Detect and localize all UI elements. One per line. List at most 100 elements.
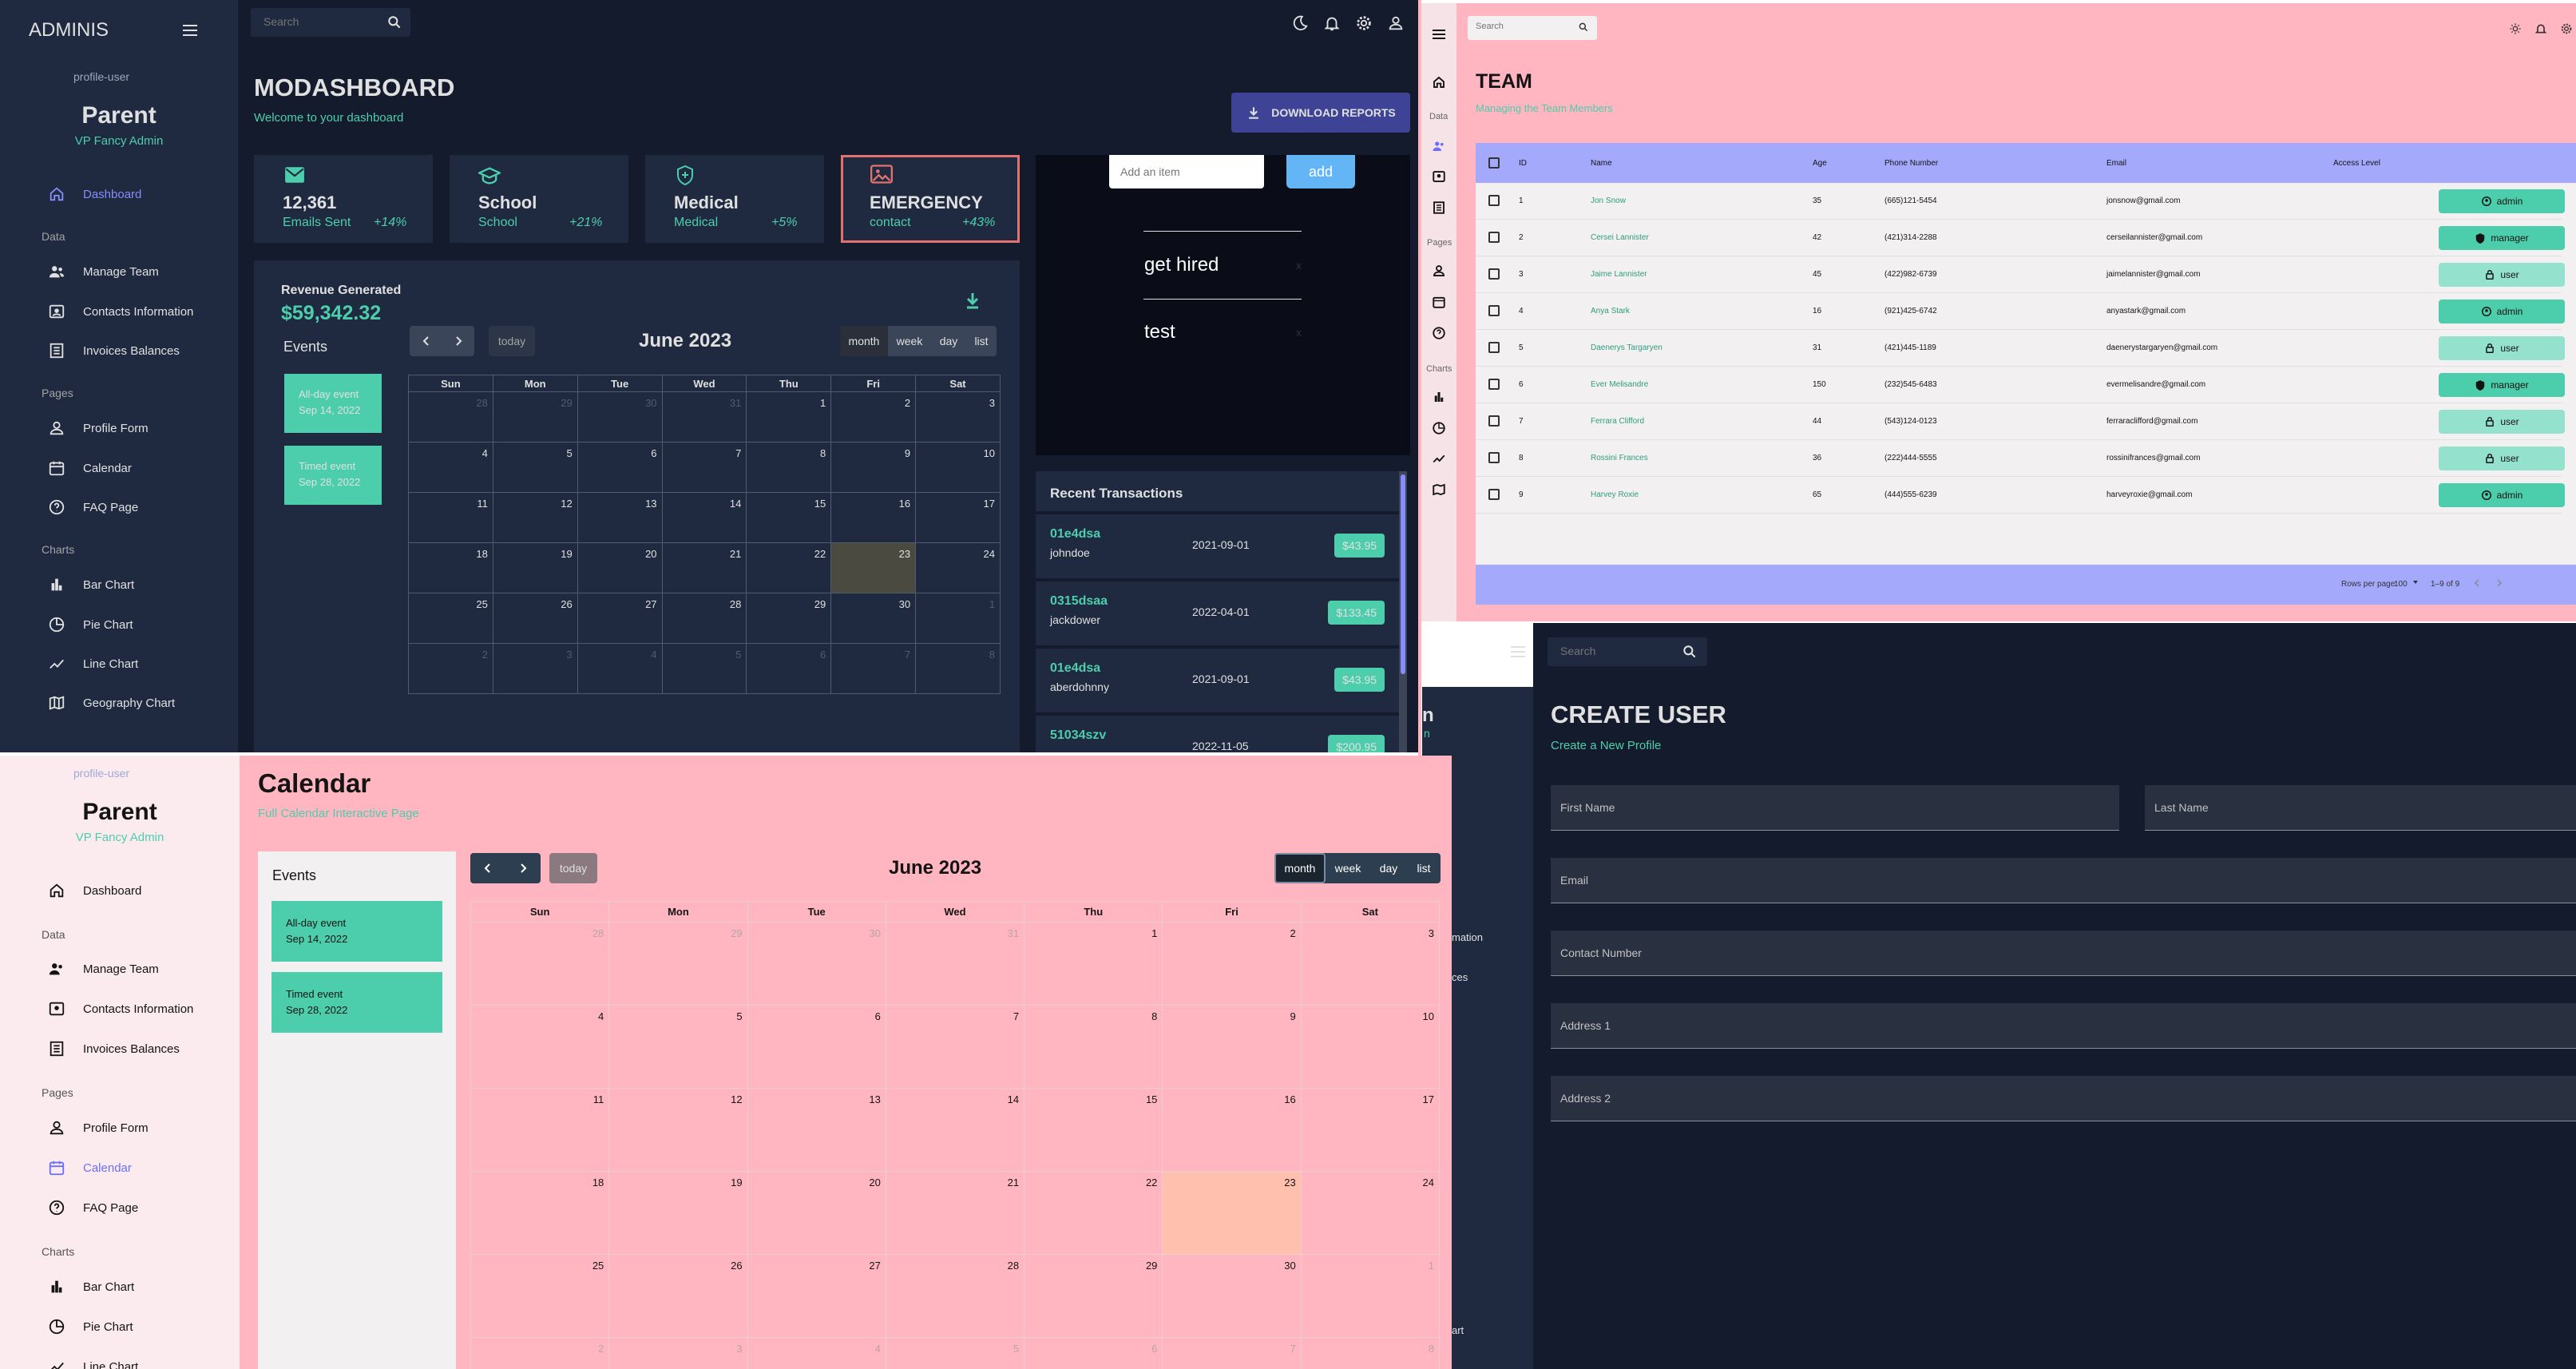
gear-icon[interactable] [1355,14,1373,32]
sidebar-item-dashboard[interactable]: Dashboard [48,882,141,899]
search-input[interactable] [264,15,375,28]
table-row[interactable]: 2 Cersei Lannister 42 (421)314-2288 cerseila… [1476,220,2565,256]
calendar-day-cell[interactable]: 3 [608,1337,748,1369]
chevron-down-icon[interactable] [2412,578,2419,586]
calendar-day-cell[interactable]: 8 [1300,1337,1441,1369]
search-bar[interactable] [1468,16,1597,40]
calendar-day-cell[interactable]: 4 [470,1005,610,1089]
event-item[interactable]: Timed event Sep 28, 2022 [284,446,382,505]
calendar-day-cell[interactable]: 29 [746,593,832,644]
remove-button[interactable]: x [1296,326,1302,339]
calendar-day-cell[interactable]: 26 [492,593,578,644]
calendar-day-cell[interactable]: 5 [661,643,747,694]
view-list-button[interactable]: list [966,326,997,356]
scrollbar[interactable] [1399,471,1407,752]
calendar-day-cell[interactable]: 26 [608,1254,748,1338]
view-list-button[interactable]: list [1407,853,1441,883]
table-row[interactable]: 4 Anya Stark 16 (921)425-6742 anyastark@gmai… [1476,293,2565,330]
calendar-day-cell[interactable]: 4 [577,643,663,694]
calendar-day-cell[interactable]: 11 [408,492,493,543]
view-day-button[interactable]: day [1370,853,1407,883]
calendar-day-cell[interactable]: 7 [661,442,747,493]
chevron-left-icon[interactable] [410,335,442,347]
calendar-day-cell[interactable]: 23 [830,542,917,593]
calendar-day-cell[interactable]: 20 [577,542,663,593]
calendar-day-cell[interactable]: 5 [885,1337,1025,1369]
menu-icon[interactable] [1510,645,1526,658]
contact-number-field[interactable]: Contact Number [1551,931,2576,976]
sidebar-item-calendar[interactable]: Calendar [48,1159,132,1177]
email-field[interactable]: Email [1551,858,2576,903]
calendar-day-cell[interactable]: 29 [608,922,748,1006]
dark-mode-icon[interactable] [1291,14,1309,32]
contacts-icon[interactable] [1432,169,1446,184]
sidebar-item-profile-form[interactable]: Profile Form [48,1119,149,1137]
calendar-day-cell[interactable]: 15 [1024,1088,1163,1172]
calendar-day-cell[interactable]: 25 [408,593,493,644]
download-icon[interactable] [963,291,982,310]
calendar-day-cell[interactable]: 27 [577,593,663,644]
calendar-day-cell[interactable]: 2 [470,1337,610,1369]
map-icon[interactable] [1432,482,1446,497]
calendar-day-cell[interactable]: 3 [1300,922,1441,1006]
sidebar-item-team[interactable]: Manage Team [48,263,159,280]
add-button[interactable]: add [1286,155,1355,188]
chevron-right-icon[interactable] [442,335,474,347]
calendar-day-cell[interactable]: 18 [470,1171,610,1255]
sidebar-item-invoices[interactable]: Invoices Balances [48,1040,180,1058]
calendar-day-cell[interactable]: 8 [915,643,1001,694]
sidebar-item-pie-chart[interactable]: Pie Chart [48,1318,133,1335]
today-button[interactable]: today [489,326,535,356]
calendar-day-cell[interactable]: 12 [608,1088,748,1172]
sidebar-item-bar-chart[interactable]: Bar Chart [48,576,134,593]
calendar-day-cell[interactable]: 25 [470,1254,610,1338]
row-checkbox[interactable] [1488,415,1500,427]
sidebar-item-faq[interactable]: FAQ Page [48,1199,138,1216]
bell-icon[interactable] [2534,22,2547,35]
row-checkbox[interactable] [1488,342,1500,353]
calendar-day-cell[interactable]: 30 [1162,1254,1302,1338]
sidebar-item-profile-form[interactable]: Profile Form [48,419,149,437]
menu-icon[interactable] [1432,29,1446,40]
calendar-day-cell[interactable]: 3 [492,643,578,694]
table-row[interactable]: 7 Ferrara Clifford 44 (543)124-0123 ferrarac… [1476,403,2565,440]
event-item[interactable]: Timed event Sep 28, 2022 [271,972,442,1033]
row-checkbox[interactable] [1488,305,1500,316]
chevron-right-icon[interactable] [505,863,541,874]
remove-button[interactable]: x [1296,259,1302,272]
calendar-day-cell[interactable]: 4 [408,442,493,493]
row-checkbox[interactable] [1488,452,1500,463]
search-input[interactable] [1476,22,1571,31]
menu-icon[interactable] [180,21,200,40]
calendar-day-cell[interactable]: 18 [408,542,493,593]
calendar-day-cell[interactable]: 9 [1162,1005,1302,1089]
search-icon[interactable] [386,14,402,30]
calendar-day-cell[interactable]: 1 [915,593,1001,644]
calendar-day-cell[interactable]: 28 [470,922,610,1006]
sidebar-item-line-chart[interactable]: Line Chart [48,655,138,673]
table-row[interactable]: 6 Ever Melisandre 150 (232)545-6483 evermeli… [1476,367,2565,403]
person-icon[interactable] [1432,264,1446,278]
calendar-day-cell[interactable]: 21 [661,542,747,593]
calendar-day-cell[interactable]: 1 [746,391,832,442]
sidebar-item-bar-chart[interactable]: Bar Chart [48,1278,134,1296]
column-header[interactable]: Email [2106,159,2126,168]
sidebar-item-invoices[interactable]: Invoices Balances [48,342,180,359]
calendar-day-cell[interactable]: 31 [885,922,1025,1006]
calendar-day-cell[interactable]: 1 [1300,1254,1441,1338]
calendar-icon[interactable] [1432,295,1446,309]
calendar-day-cell[interactable]: 4 [747,1337,886,1369]
sidebar-item-geography[interactable]: Geography Chart [48,694,175,712]
todo-input[interactable] [1109,155,1264,188]
transaction-row[interactable]: 0315dsaa jackdower 2022-04-01 $133.45 [1036,581,1399,645]
rows-per-page-select[interactable]: 100 [2394,580,2408,589]
calendar-day-cell[interactable]: 30 [830,593,917,644]
calendar-day-cell[interactable]: 30 [577,391,663,442]
calendar-day-cell[interactable]: 6 [577,442,663,493]
row-checkbox[interactable] [1488,379,1500,390]
gear-icon[interactable] [2560,22,2573,35]
calendar-day-cell[interactable]: 24 [915,542,1001,593]
download-reports-button[interactable]: DOWNLOAD REPORTS [1231,93,1410,133]
view-week-button[interactable]: week [1326,853,1370,883]
calendar-day-cell[interactable]: 11 [470,1088,610,1172]
